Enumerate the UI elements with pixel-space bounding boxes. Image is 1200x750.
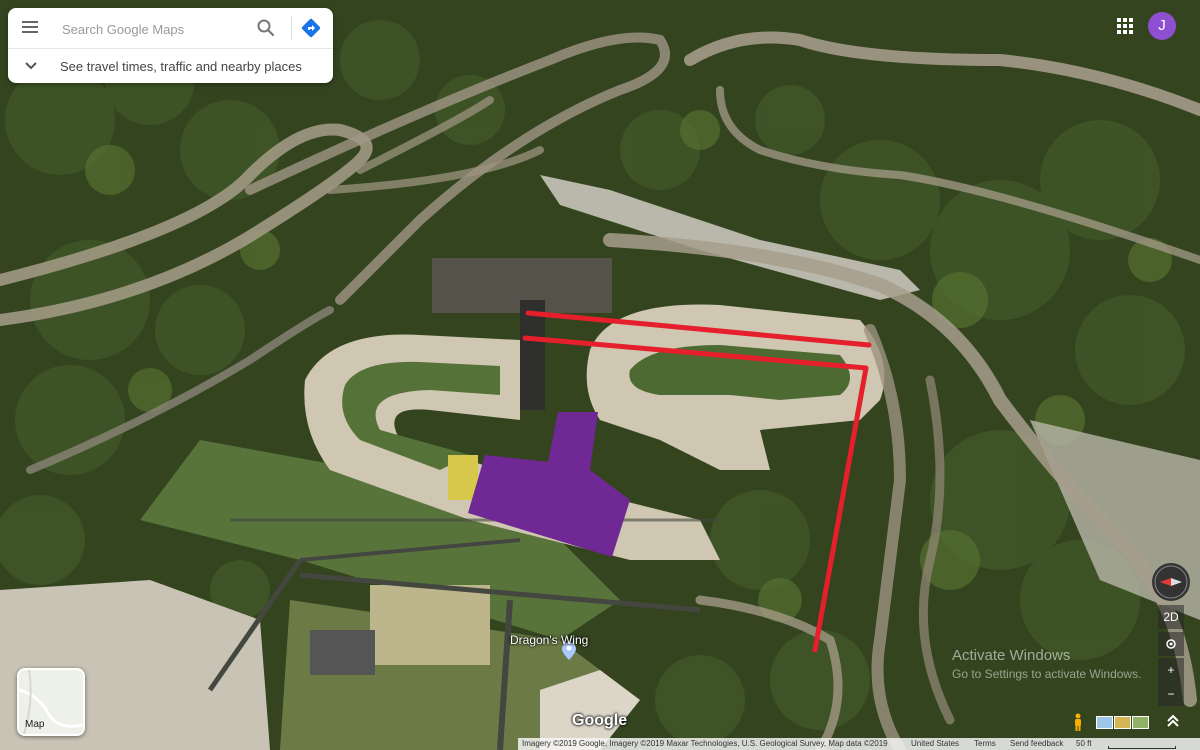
- activate-windows-title: Activate Windows: [952, 647, 1071, 664]
- attribution-bar: Imagery ©2019 Google, Imagery ©2019 Maxa…: [518, 738, 1200, 750]
- layer-thumb-satellite[interactable]: [1132, 716, 1149, 729]
- shed: [310, 630, 375, 675]
- activate-windows-subtitle: Go to Settings to activate Windows.: [952, 667, 1142, 681]
- zoom-out-button[interactable]: −: [1158, 682, 1184, 706]
- view-mode-toggle[interactable]: 2D: [1158, 605, 1184, 629]
- layer-thumb-transit[interactable]: [1096, 716, 1113, 729]
- apps-grid-icon[interactable]: [1116, 17, 1134, 35]
- chevron-down-icon: [25, 62, 37, 70]
- map-layer-toggle[interactable]: Map: [17, 668, 85, 736]
- layer-thumb-terrain[interactable]: [1114, 716, 1131, 729]
- search-bar: [8, 8, 333, 48]
- terms-link[interactable]: Terms: [974, 738, 996, 750]
- region-link[interactable]: United States: [911, 738, 959, 750]
- satellite-map[interactable]: [0, 0, 1200, 750]
- search-input[interactable]: [60, 17, 254, 41]
- scale-bar: [1108, 746, 1176, 749]
- compass-icon[interactable]: [1152, 563, 1190, 601]
- layer-toggle-label: Map: [25, 719, 45, 730]
- directions-icon[interactable]: [300, 17, 322, 39]
- feedback-link[interactable]: Send feedback: [1010, 738, 1063, 750]
- search-panel: See travel times, traffic and nearby pla…: [8, 8, 333, 83]
- google-logo: Google: [572, 712, 628, 729]
- pegman-icon[interactable]: [1072, 713, 1084, 731]
- search-divider: [291, 16, 292, 40]
- search-icon[interactable]: [256, 18, 276, 38]
- place-label[interactable]: Dragon's Wing: [510, 633, 588, 647]
- expand-icon[interactable]: [1166, 713, 1180, 729]
- my-location-icon: [1166, 639, 1176, 649]
- ticket-booth: [448, 455, 478, 500]
- scale-label: 50 ft: [1076, 739, 1092, 748]
- travel-times-text: See travel times, traffic and nearby pla…: [60, 59, 302, 74]
- zoom-in-button[interactable]: +: [1158, 658, 1184, 682]
- menu-icon[interactable]: [20, 18, 40, 38]
- avatar[interactable]: J: [1148, 12, 1176, 40]
- my-location-button[interactable]: [1158, 632, 1184, 656]
- travel-times-row[interactable]: See travel times, traffic and nearby pla…: [8, 48, 333, 84]
- parking-lot: [370, 585, 490, 665]
- map-tools: [1064, 711, 1200, 733]
- imagery-credit: Imagery ©2019 Google, Imagery ©2019 Maxa…: [522, 739, 888, 748]
